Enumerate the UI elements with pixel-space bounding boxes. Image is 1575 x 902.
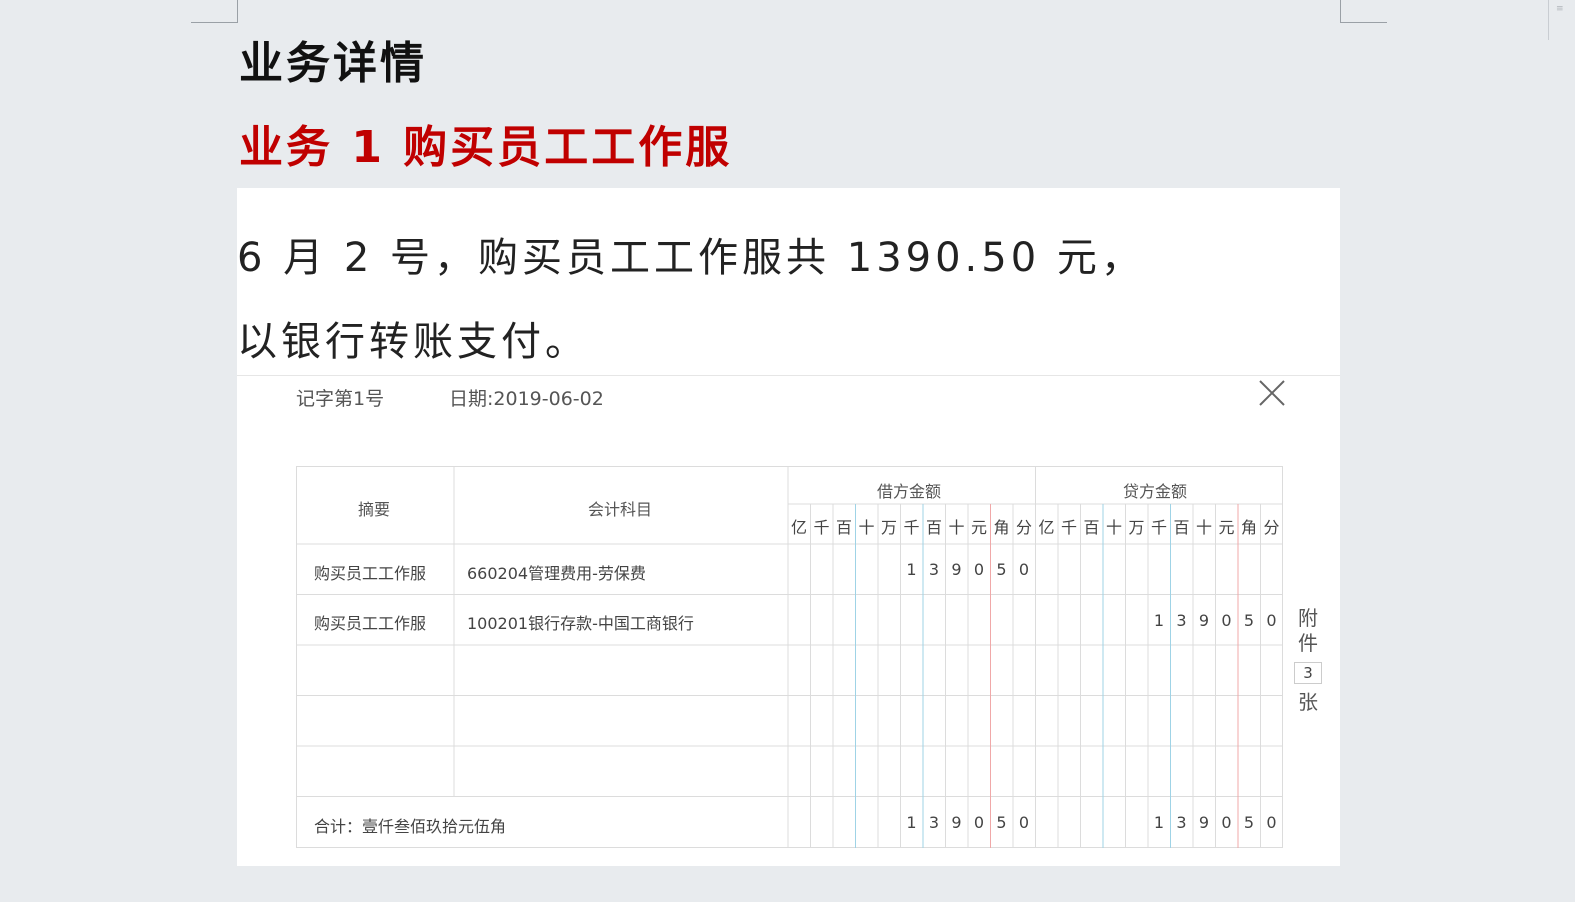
section-divider xyxy=(237,375,1340,376)
voucher-table: 摘要 会计科目 借方金额 贷方金额 亿千百十万千百十元角分亿千百十万千百十元角分… xyxy=(296,466,1283,848)
row-1-debit-digit: 5 xyxy=(996,560,1007,579)
debit-unit-10: 分 xyxy=(1015,518,1032,537)
business-description: 6 月 2 号，购买员工工作服共 1390.50 元， 以银行转账支付。 xyxy=(237,216,1332,384)
page-corner-mark-right xyxy=(1340,0,1387,23)
row-2-credit-digit: 0 xyxy=(1266,610,1277,630)
total-credit-digit: 0 xyxy=(1266,812,1277,832)
attachment-label-top: 附 xyxy=(1298,606,1318,630)
credit-unit-3: 十 xyxy=(1105,518,1122,537)
total-debit-digit: 1 xyxy=(906,812,917,832)
header-credit: 贷方金额 xyxy=(1123,482,1188,501)
total-credit-digit: 9 xyxy=(1198,812,1210,832)
debit-unit-2: 百 xyxy=(835,518,852,537)
total-credit-digit: 0 xyxy=(1221,812,1232,832)
debit-unit-4: 万 xyxy=(880,518,897,537)
scrollbar-marker[interactable]: ≡ xyxy=(1556,4,1564,14)
credit-unit-10: 分 xyxy=(1263,518,1280,537)
debit-unit-7: 十 xyxy=(948,518,965,537)
total-credit-digit: 3 xyxy=(1176,812,1187,832)
attachment-label-mid: 件 xyxy=(1298,631,1318,655)
debit-unit-9: 角 xyxy=(993,518,1010,537)
credit-unit-7: 十 xyxy=(1195,518,1212,537)
row-1-debit-digit: 9 xyxy=(951,560,962,579)
row-2-credit-digit: 9 xyxy=(1198,610,1210,630)
row-2-credit-digit: 5 xyxy=(1243,610,1255,630)
row-1-summary[interactable]: 购买员工工作服 xyxy=(314,560,426,584)
credit-unit-8: 元 xyxy=(1218,518,1235,537)
scrollbar-track[interactable] xyxy=(1548,0,1549,40)
credit-unit-2: 百 xyxy=(1083,518,1100,537)
row-1-debit-digit: 3 xyxy=(928,560,940,579)
description-line-1: 6 月 2 号，购买员工工作服共 1390.50 元， xyxy=(237,235,1145,281)
header-summary: 摘要 xyxy=(358,500,391,519)
close-icon xyxy=(1259,380,1285,406)
total-credit-digit: 1 xyxy=(1153,812,1165,832)
row-2-account[interactable]: 100201银行存款-中国工商银行 xyxy=(467,610,694,634)
row-2-credit-digit: 3 xyxy=(1176,610,1187,630)
row-2-credit-digit: 1 xyxy=(1153,610,1165,630)
credit-unit-9: 角 xyxy=(1240,518,1257,537)
total-label: 合计：壹仟叁佰玖拾元伍角 xyxy=(314,817,507,836)
close-button[interactable] xyxy=(1255,376,1289,410)
business-subtitle: 业务 1 购买员工工作服 xyxy=(239,122,733,173)
attachment-count-input[interactable]: 3 xyxy=(1294,662,1322,684)
credit-unit-0: 亿 xyxy=(1038,518,1055,537)
credit-unit-5: 千 xyxy=(1150,518,1167,537)
voucher-date: 日期:2019-06-02 xyxy=(449,388,604,410)
debit-unit-8: 元 xyxy=(970,518,987,537)
total-debit-digit: 3 xyxy=(928,812,940,832)
row-2-credit-digit: 0 xyxy=(1221,610,1232,630)
debit-unit-0: 亿 xyxy=(790,518,807,537)
page-corner-mark-left xyxy=(191,0,238,23)
attachment-count: 附 件 3 张 xyxy=(1292,606,1324,715)
debit-unit-5: 千 xyxy=(903,518,920,537)
debit-unit-3: 十 xyxy=(858,518,875,537)
credit-unit-1: 千 xyxy=(1060,518,1077,537)
row-1-account[interactable]: 660204管理费用-劳保费 xyxy=(467,560,646,584)
attachment-label-bottom: 张 xyxy=(1298,690,1318,714)
page-title: 业务详情 xyxy=(239,38,427,89)
total-debit-digit: 5 xyxy=(996,812,1007,832)
row-1-debit-digit: 0 xyxy=(1018,560,1030,579)
credit-unit-4: 万 xyxy=(1128,518,1145,537)
total-credit-digit: 5 xyxy=(1243,812,1255,832)
total-debit-digit: 0 xyxy=(1018,812,1030,832)
description-line-2: 以银行转账支付。 xyxy=(237,319,589,365)
debit-unit-6: 百 xyxy=(925,518,942,537)
content-card: 6 月 2 号，购买员工工作服共 1390.50 元， 以银行转账支付。 记字第… xyxy=(237,188,1340,866)
header-account: 会计科目 xyxy=(588,500,653,519)
row-1-debit-digit: 1 xyxy=(906,560,917,579)
debit-unit-1: 千 xyxy=(813,518,830,537)
header-debit: 借方金额 xyxy=(877,482,942,501)
total-debit-digit: 9 xyxy=(951,812,962,832)
row-2-summary[interactable]: 购买员工工作服 xyxy=(314,610,426,634)
voucher-number: 记字第1号 xyxy=(296,388,385,410)
credit-unit-6: 百 xyxy=(1173,518,1190,537)
row-1-debit-digit: 0 xyxy=(973,560,985,579)
total-debit-digit: 0 xyxy=(973,812,985,832)
